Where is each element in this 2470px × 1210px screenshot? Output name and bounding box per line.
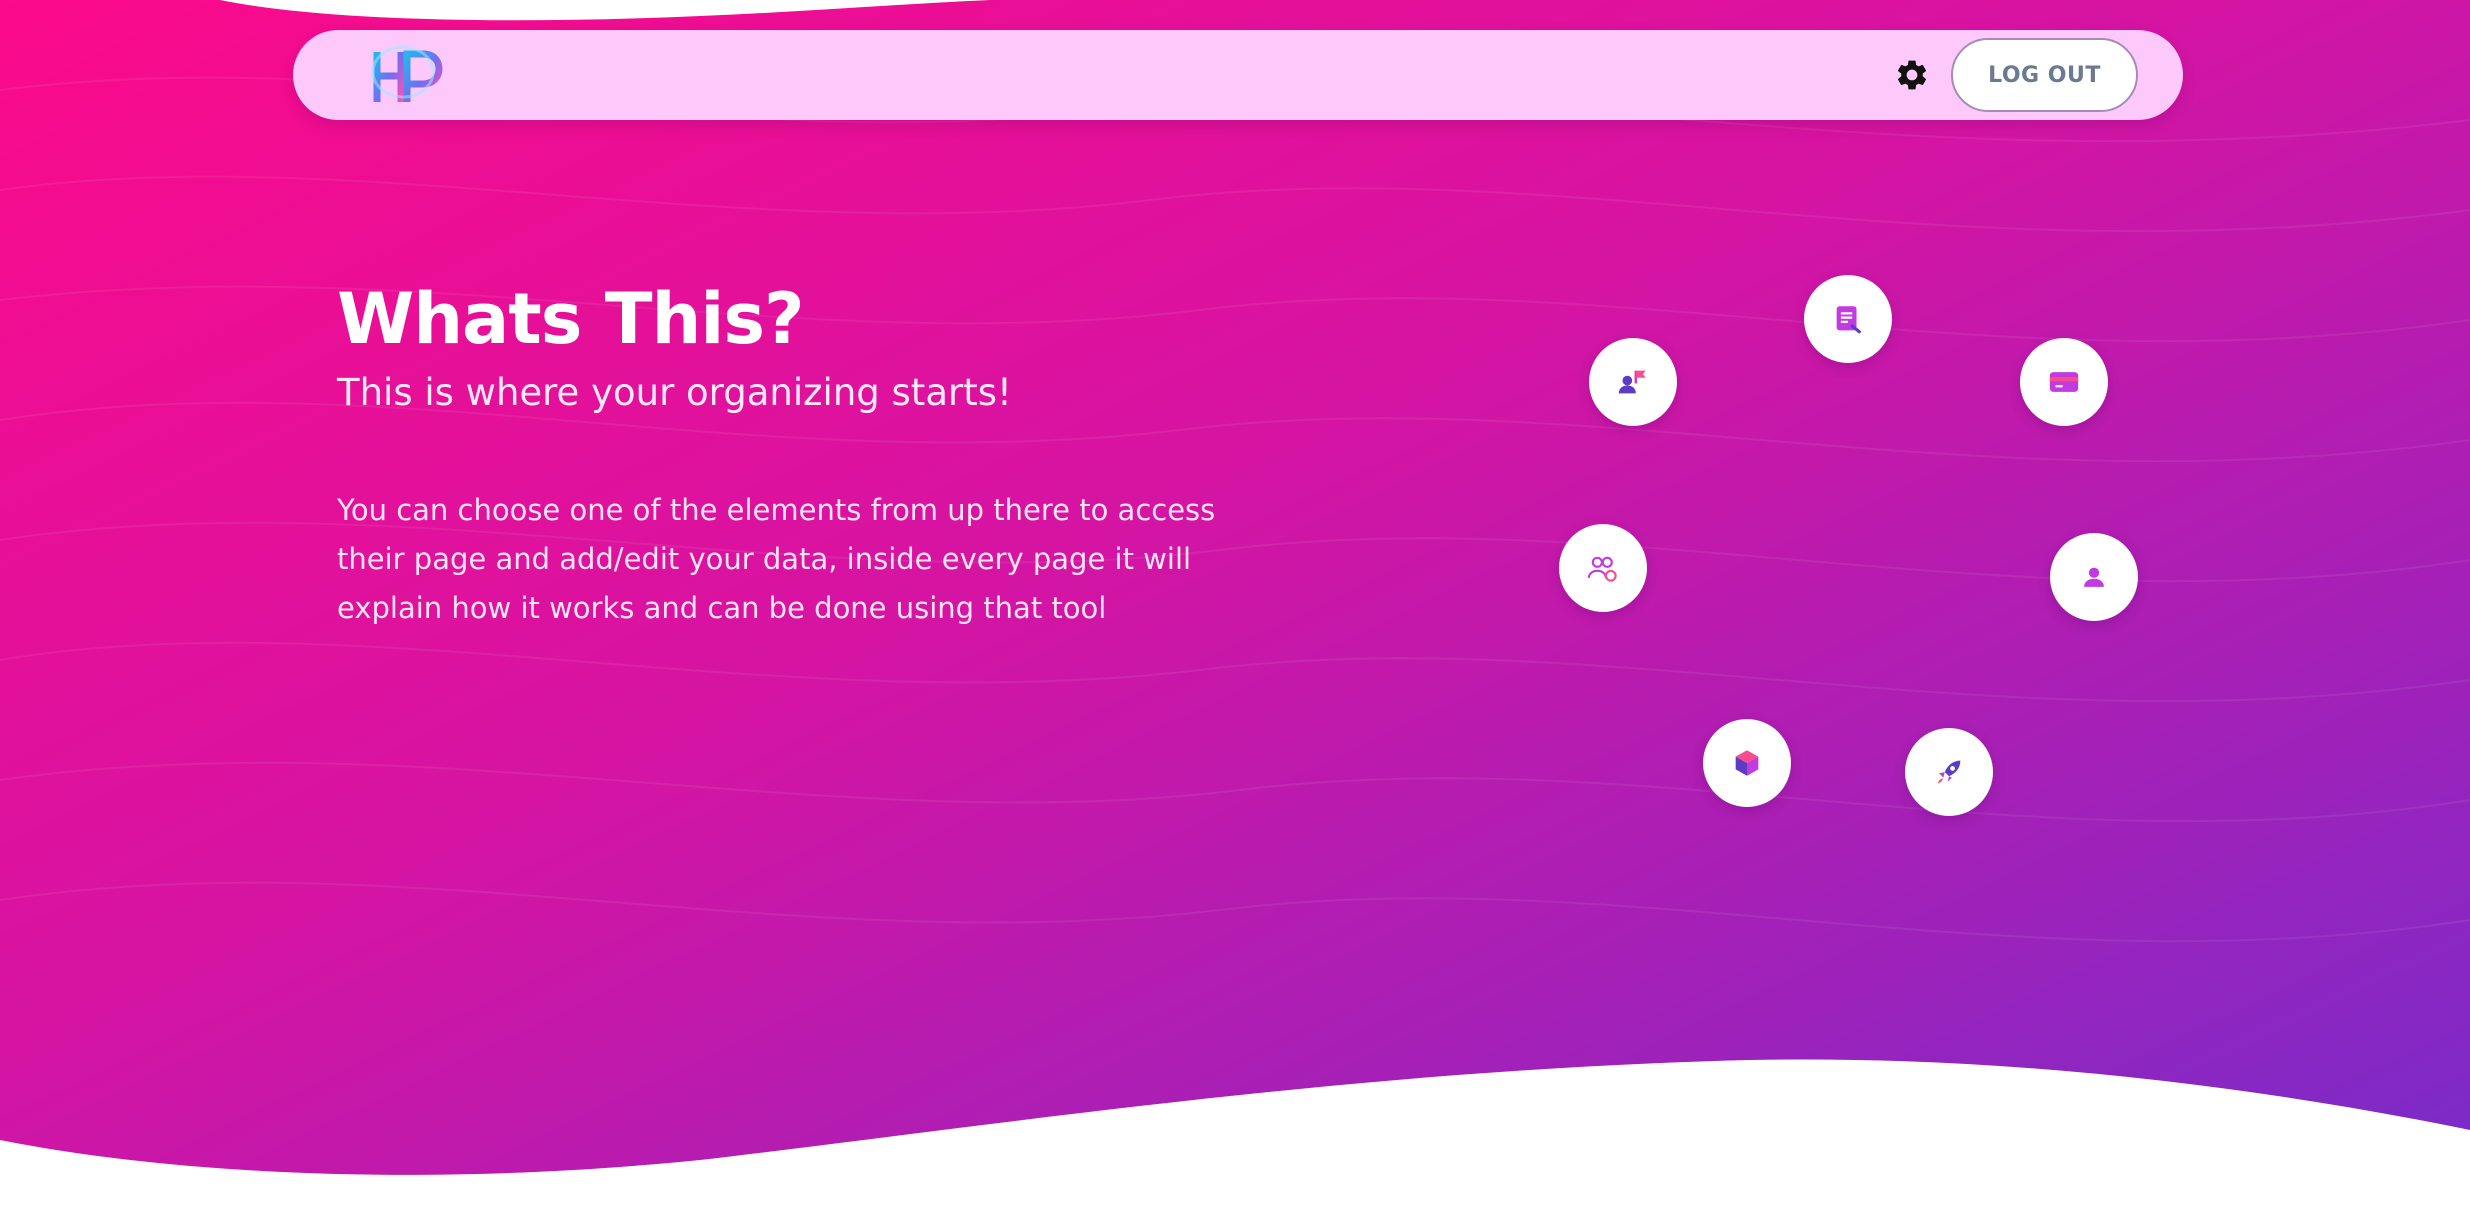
notes-nav-button[interactable] (1804, 275, 1892, 363)
team-icon (1587, 556, 1617, 582)
profile-icon (2084, 567, 2104, 587)
notes-icon (1836, 306, 1861, 334)
logout-button[interactable]: LOG OUT (1951, 38, 2138, 112)
page-title: Whats This? (337, 278, 805, 360)
card-icon (2049, 372, 2079, 392)
top-navbar: LOG OUT (293, 30, 2183, 120)
box-nav-button[interactable] (1703, 719, 1791, 807)
team-nav-button[interactable] (1559, 524, 1647, 612)
page-description: You can choose one of the elements from … (337, 493, 1216, 625)
user-flag-nav-button[interactable] (1589, 338, 1677, 426)
user-flag-icon (1618, 370, 1646, 394)
app-logo[interactable] (363, 42, 443, 110)
settings-gear-icon[interactable] (1894, 57, 1930, 93)
rocket-icon (1937, 760, 1961, 784)
profile-nav-button[interactable] (2050, 533, 2138, 621)
box-icon (1735, 750, 1759, 776)
card-nav-button[interactable] (2020, 338, 2108, 426)
page-subtitle: This is where your organizing starts! (337, 371, 1012, 414)
rocket-nav-button[interactable] (1905, 728, 1993, 816)
